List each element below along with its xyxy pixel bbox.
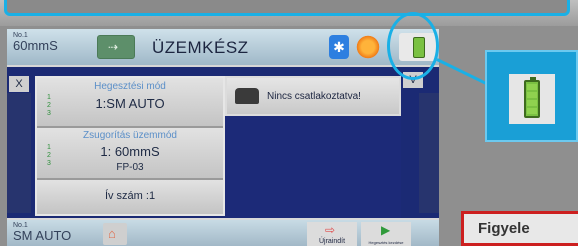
device-icon: [235, 88, 259, 104]
battery-icon: [524, 77, 540, 118]
compression-mode-cell[interactable]: Zsugorítás üzemmód 123 1: 60mmS FP-03: [37, 128, 223, 180]
battery-zoom-bg: [509, 74, 555, 124]
compression-mode-label: Zsugorítás üzemmód: [83, 130, 177, 141]
welding-mode-cell[interactable]: Hegesztési mód 123 1:SM AUTO: [37, 78, 223, 128]
restart-icon: ⇨: [325, 223, 336, 237]
plug-button[interactable]: ⇢: [97, 35, 135, 59]
warning-text: Figyele: [478, 220, 530, 237]
arc-count-cell[interactable]: Ív szám :1: [37, 180, 223, 214]
page-title: ÜZEMKÉSZ: [152, 38, 249, 57]
device-screen: No.1 60mmS ⇢ ÜZEMKÉSZ ✱ X V Hegesztési m…: [7, 29, 439, 246]
status-bar: No.1 60mmS ⇢ ÜZEMKÉSZ ✱: [7, 29, 439, 67]
compression-mode-value: 1: 60mmS: [100, 144, 160, 159]
connection-status-text: Nincs csatlakoztatva!: [267, 91, 361, 102]
home-icon: ⌂: [108, 226, 116, 241]
left-strip: [7, 93, 31, 213]
callout-connector: [436, 58, 488, 86]
connection-panel: Nincs csatlakoztatva!: [225, 76, 401, 220]
start-label: Hegesztés kezdése: [368, 240, 404, 245]
sun-icon[interactable]: [355, 34, 381, 60]
settings-panel: Hegesztési mód 123 1:SM AUTO Zsugorítás …: [35, 76, 225, 216]
callout-bar: [4, 0, 570, 16]
close-button[interactable]: X: [9, 76, 29, 92]
mode-tag[interactable]: No.1 SM AUTO: [13, 222, 71, 243]
warning-box: Figyele: [461, 211, 578, 246]
mode-tag-value: SM AUTO: [13, 228, 72, 243]
arc-count: Ív szám :1: [104, 190, 156, 202]
compression-mode-sub: FP-03: [116, 162, 144, 173]
bottom-bar: No.1 SM AUTO ⌂ ⇨ Újraindít ▶ Hegesztés k…: [7, 218, 439, 246]
bluetooth-icon[interactable]: ✱: [329, 35, 349, 59]
restart-label: Újraindít: [318, 238, 346, 245]
program-tag-value: 60mmS: [13, 38, 58, 53]
program-tag[interactable]: No.1 60mmS: [13, 32, 58, 53]
start-icon: ▶: [381, 223, 391, 237]
connection-status[interactable]: Nincs csatlakoztatva!: [225, 76, 401, 116]
welding-mode-label: Hegesztési mód: [94, 81, 166, 92]
start-button[interactable]: ▶ Hegesztés kezdése: [361, 222, 411, 246]
restart-button[interactable]: ⇨ Újraindít: [307, 222, 357, 246]
right-strip: [419, 93, 439, 213]
welding-mode-value: 1:SM AUTO: [95, 96, 165, 111]
battery-zoom-callout: [485, 50, 578, 142]
plug-icon: ⇢: [108, 40, 119, 54]
battery-highlight: [387, 12, 439, 80]
home-button[interactable]: ⌂: [103, 223, 127, 245]
